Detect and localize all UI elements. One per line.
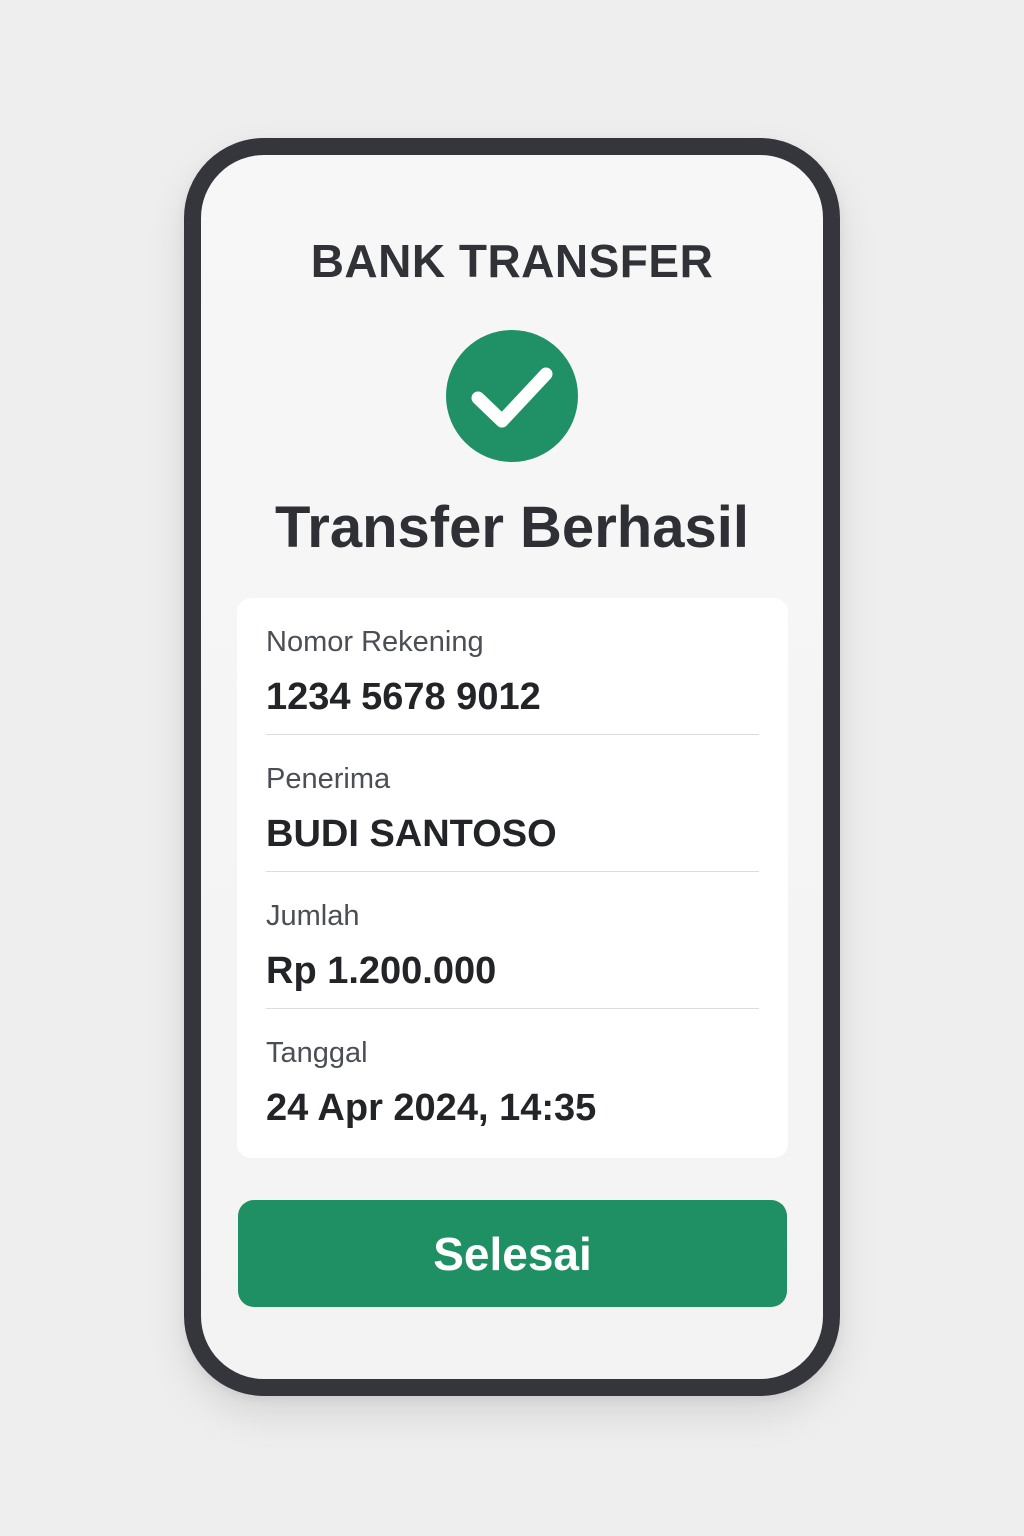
detail-row-date: Tanggal 24 Apr 2024, 14:35 [266, 1009, 759, 1146]
detail-value: 1234 5678 9012 [266, 676, 541, 718]
detail-value: BUDI SANTOSO [266, 813, 557, 855]
detail-label: Nomor Rekening [266, 626, 484, 658]
checkmark-icon [471, 367, 553, 428]
check-circle-icon [446, 330, 578, 462]
done-button[interactable]: Selesai [238, 1200, 787, 1307]
detail-label: Jumlah [266, 900, 360, 932]
app-title: BANK TRANSFER [310, 235, 714, 287]
detail-row-amount: Jumlah Rp 1.200.000 [266, 872, 759, 1009]
detail-row-account-number: Nomor Rekening 1234 5678 9012 [266, 598, 759, 735]
transfer-details-card: Nomor Rekening 1234 5678 9012 Penerima B… [237, 598, 788, 1158]
phone-frame: BANK TRANSFER Transfer Berhasil Nomor Re… [184, 138, 840, 1396]
detail-row-recipient: Penerima BUDI SANTOSO [266, 735, 759, 872]
detail-label: Tanggal [266, 1037, 368, 1069]
detail-label: Penerima [266, 763, 391, 795]
transfer-result-screen: BANK TRANSFER Transfer Berhasil Nomor Re… [201, 155, 823, 1379]
detail-value: 24 Apr 2024, 14:35 [266, 1087, 597, 1129]
status-title: Transfer Berhasil [275, 495, 749, 560]
detail-value: Rp 1.200.000 [266, 950, 497, 992]
